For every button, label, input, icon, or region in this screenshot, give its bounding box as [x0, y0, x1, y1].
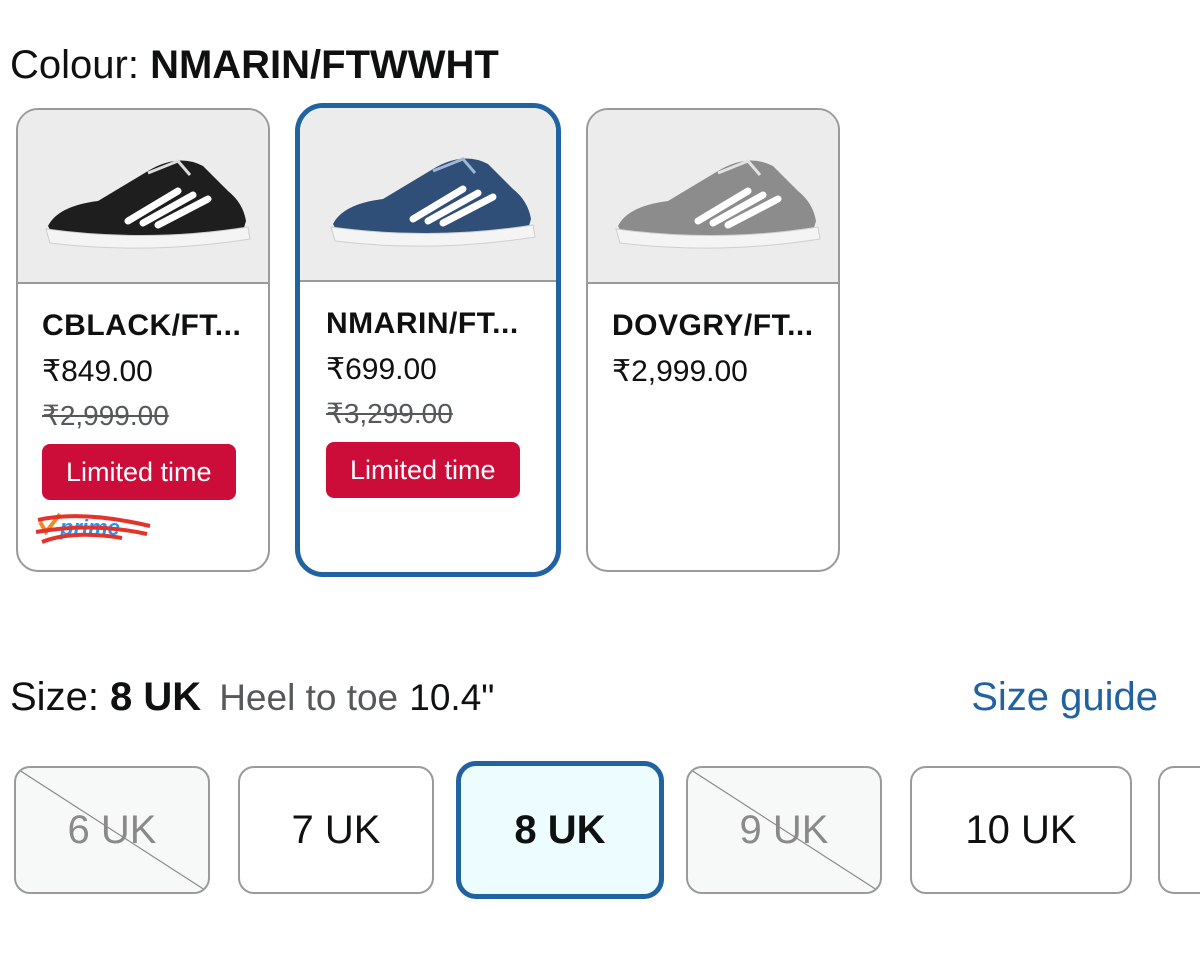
colour-swatch-dovgry[interactable]: DOVGRY/FT... ₹2,999.00 — [586, 108, 840, 572]
colour-selected-value: NMARIN/FTWWHT — [150, 43, 499, 87]
swatch-name: NMARIN/FT... — [326, 307, 519, 340]
colour-swatch-nmarin[interactable]: NMARIN/FT... ₹699.00 ₹3,299.00 Limited t… — [295, 103, 561, 577]
swatch-price: ₹699.00 — [326, 353, 437, 386]
colour-heading: Colour: NMARIN/FTWWHT — [10, 40, 499, 90]
size-label: Size: — [10, 675, 111, 719]
size-option-7-uk[interactable]: 7 UK — [238, 766, 434, 894]
swatch-image — [588, 110, 838, 284]
size-option-label: 8 UK — [514, 807, 606, 852]
swatch-image — [18, 110, 268, 284]
size-option-label: 10 UK — [965, 807, 1077, 852]
shoe-image — [45, 159, 251, 249]
shoe-image — [615, 159, 821, 249]
swatch-price: ₹2,999.00 — [612, 355, 748, 388]
heel-to-toe-value: 10.4" — [409, 677, 495, 718]
swatch-mrp: ₹2,999.00 — [42, 400, 169, 431]
product-variation-panel: Colour: NMARIN/FTWWHT CBLACK/FT... ₹849.… — [0, 0, 1200, 960]
size-option-partial[interactable] — [1158, 766, 1200, 894]
swatch-name: DOVGRY/FT... — [612, 309, 814, 342]
colour-swatch-cblack[interactable]: CBLACK/FT... ₹849.00 ₹2,999.00 Limited t… — [16, 108, 270, 572]
limited-time-badge: Limited time — [42, 444, 236, 500]
swatch-price: ₹849.00 — [42, 355, 153, 388]
size-guide-link[interactable]: Size guide — [971, 672, 1158, 722]
unavailable-strike-icon — [16, 768, 208, 892]
unavailable-strike-icon — [688, 768, 880, 892]
swatch-name: CBLACK/FT... — [42, 309, 242, 342]
swatch-image — [300, 108, 556, 282]
limited-time-badge: Limited time — [326, 442, 520, 498]
prime-scribbled-icon: prime — [35, 512, 151, 544]
size-option-label: 7 UK — [291, 807, 381, 852]
shoe-image — [330, 157, 536, 247]
size-heading: Size: 8 UK Heel to toe 10.4" — [10, 672, 494, 723]
size-selected-value: 8 UK — [110, 675, 202, 719]
swatch-mrp: ₹3,299.00 — [326, 398, 453, 429]
size-option-10-uk[interactable]: 10 UK — [910, 766, 1132, 894]
size-option-9-uk[interactable]: 9 UK — [686, 766, 882, 894]
heel-to-toe-label: Heel to toe — [219, 677, 399, 718]
size-option-8-uk[interactable]: 8 UK — [456, 761, 664, 899]
colour-label: Colour: — [10, 43, 151, 87]
size-option-6-uk[interactable]: 6 UK — [14, 766, 210, 894]
